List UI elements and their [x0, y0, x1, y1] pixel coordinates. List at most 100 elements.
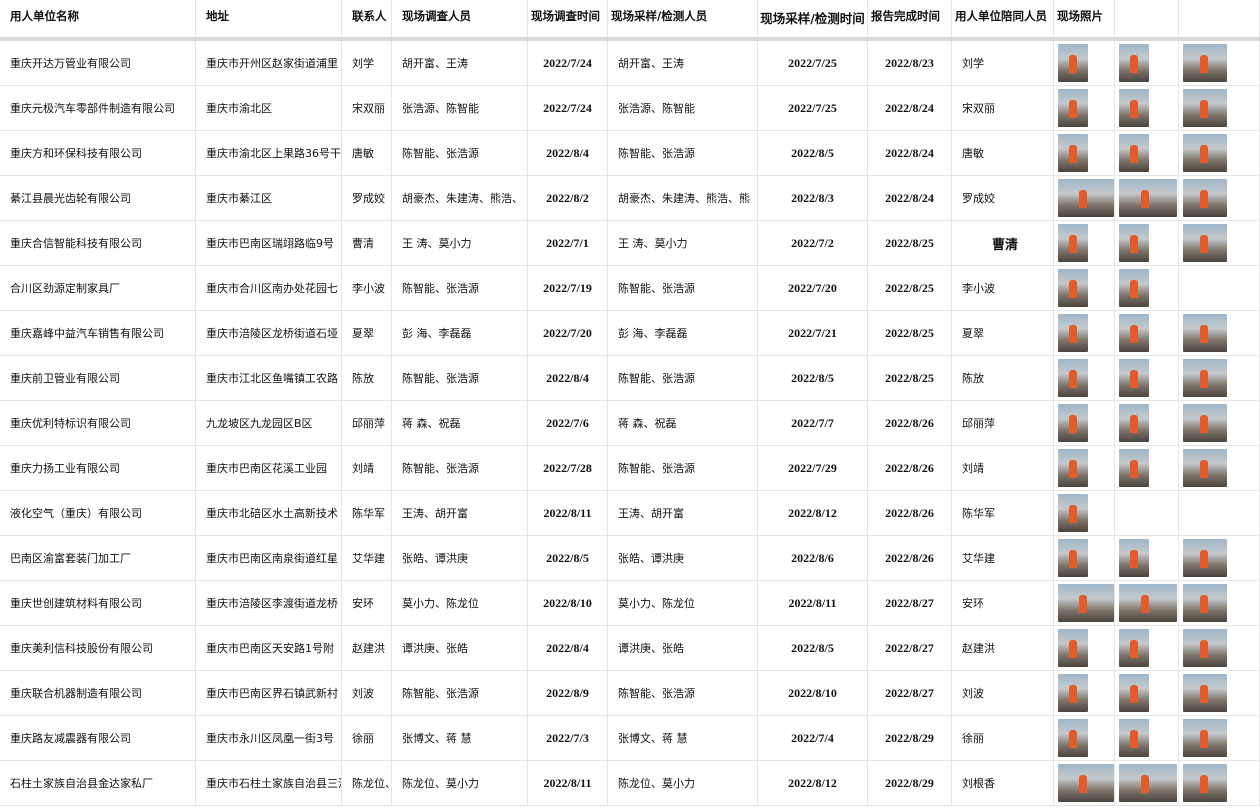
site-photo-image[interactable] — [1119, 539, 1149, 577]
cell-report-date[interactable]: 2022/8/27 — [868, 581, 952, 626]
header-company[interactable]: 用人单位名称 — [0, 0, 196, 37]
site-photo-image[interactable] — [1058, 584, 1114, 622]
cell-survey-date[interactable]: 2022/7/19 — [528, 266, 608, 311]
cell-sample-date[interactable]: 2022/8/11 — [758, 581, 868, 626]
cell-investigators[interactable]: 陈龙位、莫小力 — [392, 761, 528, 806]
cell-investigators[interactable]: 张博文、蒋 慧 — [392, 716, 528, 761]
photo-cell[interactable] — [1179, 626, 1260, 671]
cell-sample-date[interactable]: 2022/8/12 — [758, 491, 868, 536]
cell-address[interactable]: 重庆市渝北区 — [196, 86, 342, 131]
photo-cell[interactable] — [1115, 131, 1179, 176]
site-photo-image[interactable] — [1119, 629, 1149, 667]
photo-cell[interactable] — [1115, 761, 1179, 806]
cell-company[interactable]: 重庆路友减震器有限公司 — [0, 716, 196, 761]
cell-sample-date[interactable]: 2022/7/29 — [758, 446, 868, 491]
cell-contact[interactable]: 艾华建 — [342, 536, 392, 581]
header-investigators[interactable]: 现场调查人员 — [392, 0, 528, 37]
site-photo-image[interactable] — [1119, 179, 1177, 217]
cell-investigators[interactable]: 谭洪庚、张皓 — [392, 626, 528, 671]
site-photo-image[interactable] — [1119, 224, 1149, 262]
cell-survey-date[interactable]: 2022/8/2 — [528, 176, 608, 221]
cell-samplers[interactable]: 王 涛、莫小力 — [608, 221, 758, 266]
site-photo-image[interactable] — [1183, 719, 1227, 757]
cell-address[interactable]: 重庆市涪陵区李渡街道龙桥 — [196, 581, 342, 626]
site-photo-image[interactable] — [1183, 404, 1227, 442]
site-photo-image[interactable] — [1058, 359, 1088, 397]
site-photo-image[interactable] — [1119, 44, 1149, 82]
cell-investigators[interactable]: 胡豪杰、朱建涛、熊浩、 — [392, 176, 528, 221]
cell-contact[interactable]: 陈华军 — [342, 491, 392, 536]
cell-survey-date[interactable]: 2022/8/10 — [528, 581, 608, 626]
photo-cell[interactable] — [1179, 266, 1260, 311]
cell-report-date[interactable]: 2022/8/24 — [868, 131, 952, 176]
cell-company[interactable]: 合川区劲源定制家具厂 — [0, 266, 196, 311]
cell-contact[interactable]: 陈放 — [342, 356, 392, 401]
cell-investigators[interactable]: 蒋 森、祝磊 — [392, 401, 528, 446]
cell-survey-date[interactable]: 2022/8/4 — [528, 626, 608, 671]
photo-cell[interactable] — [1115, 266, 1179, 311]
site-photo-image[interactable] — [1183, 764, 1227, 802]
photo-cell[interactable] — [1054, 176, 1115, 221]
photo-cell[interactable] — [1115, 536, 1179, 581]
cell-company[interactable]: 重庆优利特标识有限公司 — [0, 401, 196, 446]
site-photo-image[interactable] — [1119, 404, 1149, 442]
cell-contact[interactable]: 罗成姣 — [342, 176, 392, 221]
header-address[interactable]: 地址 — [196, 0, 342, 37]
site-photo-image[interactable] — [1119, 314, 1149, 352]
site-photo-image[interactable] — [1119, 134, 1149, 172]
site-photo-image[interactable] — [1058, 629, 1088, 667]
cell-contact[interactable]: 夏翠 — [342, 311, 392, 356]
photo-cell[interactable] — [1179, 311, 1260, 356]
cell-samplers[interactable]: 陈智能、张浩源 — [608, 356, 758, 401]
cell-report-date[interactable]: 2022/8/26 — [868, 491, 952, 536]
cell-escort[interactable]: 李小波 — [952, 266, 1054, 311]
photo-cell[interactable] — [1054, 266, 1115, 311]
photo-cell[interactable] — [1179, 86, 1260, 131]
cell-samplers[interactable]: 莫小力、陈龙位 — [608, 581, 758, 626]
header-report-date[interactable]: 报告完成时间 — [868, 0, 952, 37]
cell-contact[interactable]: 邱丽萍 — [342, 401, 392, 446]
cell-samplers[interactable]: 张浩源、陈智能 — [608, 86, 758, 131]
cell-sample-date[interactable]: 2022/7/25 — [758, 41, 868, 86]
photo-cell[interactable] — [1179, 536, 1260, 581]
cell-survey-date[interactable]: 2022/8/5 — [528, 536, 608, 581]
cell-report-date[interactable]: 2022/8/26 — [868, 401, 952, 446]
header-escort[interactable]: 用人单位陪同人员 — [952, 0, 1054, 37]
cell-samplers[interactable]: 张博文、蒋 慧 — [608, 716, 758, 761]
cell-survey-date[interactable]: 2022/7/6 — [528, 401, 608, 446]
cell-survey-date[interactable]: 2022/7/24 — [528, 86, 608, 131]
cell-samplers[interactable]: 陈智能、张浩源 — [608, 671, 758, 716]
cell-report-date[interactable]: 2022/8/23 — [868, 41, 952, 86]
cell-address[interactable]: 重庆市北碚区水土高新技术 — [196, 491, 342, 536]
cell-report-date[interactable]: 2022/8/25 — [868, 356, 952, 401]
cell-report-date[interactable]: 2022/8/25 — [868, 266, 952, 311]
cell-sample-date[interactable]: 2022/8/5 — [758, 131, 868, 176]
site-photo-image[interactable] — [1058, 449, 1088, 487]
cell-sample-date[interactable]: 2022/8/5 — [758, 356, 868, 401]
cell-samplers[interactable]: 陈智能、张浩源 — [608, 131, 758, 176]
cell-company[interactable]: 石柱土家族自治县金达家私厂 — [0, 761, 196, 806]
cell-samplers[interactable]: 陈智能、张浩源 — [608, 446, 758, 491]
photo-cell[interactable] — [1115, 221, 1179, 266]
photo-cell[interactable] — [1054, 626, 1115, 671]
cell-address[interactable]: 重庆市涪陵区龙桥街道石垭 — [196, 311, 342, 356]
cell-address[interactable]: 重庆市渝北区上果路36号干 — [196, 131, 342, 176]
site-photo-image[interactable] — [1183, 629, 1227, 667]
header-contact[interactable]: 联系人 — [342, 0, 392, 37]
photo-cell[interactable] — [1115, 86, 1179, 131]
cell-contact[interactable]: 陈龙位、莫小力 — [342, 761, 392, 806]
cell-company[interactable]: 重庆元极汽车零部件制造有限公司 — [0, 86, 196, 131]
photo-cell[interactable] — [1054, 716, 1115, 761]
cell-address[interactable]: 重庆市巴南区天安路1号附 — [196, 626, 342, 671]
cell-report-date[interactable]: 2022/8/25 — [868, 221, 952, 266]
cell-samplers[interactable]: 胡豪杰、朱建涛、熊浩、熊 — [608, 176, 758, 221]
site-photo-image[interactable] — [1058, 89, 1088, 127]
cell-address[interactable]: 重庆市开州区赵家街道浦里 — [196, 41, 342, 86]
cell-company[interactable]: 重庆开达万管业有限公司 — [0, 41, 196, 86]
photo-cell[interactable] — [1054, 221, 1115, 266]
site-photo-image[interactable] — [1119, 89, 1149, 127]
photo-cell[interactable] — [1115, 716, 1179, 761]
site-photo-image[interactable] — [1119, 584, 1177, 622]
site-photo-image[interactable] — [1119, 449, 1149, 487]
cell-investigators[interactable]: 彭 海、李磊磊 — [392, 311, 528, 356]
